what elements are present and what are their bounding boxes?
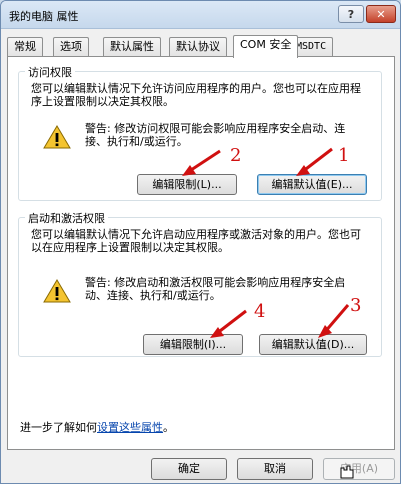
tab-options[interactable]: 选项 — [53, 37, 89, 57]
help-button[interactable]: ? — [338, 5, 364, 23]
cancel-button[interactable]: 取消 — [237, 458, 313, 480]
mouse-cursor-icon — [340, 465, 354, 479]
annotation-arrow-icon — [296, 147, 333, 176]
ok-button[interactable]: 确定 — [151, 458, 227, 480]
group-title: 访问权限 — [25, 64, 75, 80]
close-icon: ✕ — [376, 7, 386, 21]
access-permissions-group: 访问权限 您可以编辑默认情况下允许访问应用程序的用户。您也可以在应用程序上设置限… — [18, 64, 382, 201]
group-description: 您可以编辑默认情况下允许启动应用程序或激活对象的用户。您也可以在应用程序上设置限… — [31, 228, 361, 254]
group-description: 您可以编辑默认情况下允许访问应用程序的用户。您也可以在应用程序上设置限制以决定其… — [31, 82, 361, 108]
annotation-number: 2 — [230, 145, 242, 166]
apply-button[interactable]: 应用(A) — [323, 458, 395, 480]
properties-window: 我的电脑 属性 ? ✕ 常规 选项 默认属性 默认协议 COM 安全 MSDTC… — [0, 0, 401, 484]
close-button[interactable]: ✕ — [366, 5, 396, 23]
footer-help-text: 进一步了解如何设置这些属性。 — [20, 419, 174, 435]
warning-icon — [43, 279, 71, 303]
tab-default-properties[interactable]: 默认属性 — [103, 37, 161, 57]
tab-panel: 访问权限 您可以编辑默认情况下允许访问应用程序的用户。您也可以在应用程序上设置限… — [7, 56, 395, 450]
footer-suffix: 。 — [163, 421, 174, 434]
annotation-number: 4 — [254, 301, 266, 322]
title-bar: 我的电脑 属性 ? ✕ — [1, 1, 400, 29]
tab-default-protocols[interactable]: 默认协议 — [169, 37, 227, 57]
tab-com-security[interactable]: COM 安全 — [233, 35, 299, 58]
tab-general[interactable]: 常规 — [7, 37, 43, 57]
annotation-arrow-icon — [182, 149, 221, 176]
annotation-arrow-icon — [318, 304, 350, 338]
tab-strip: 常规 选项 默认属性 默认协议 COM 安全 MSDTC — [7, 35, 397, 58]
learn-more-link[interactable]: 设置这些属性 — [97, 421, 163, 434]
window-title: 我的电脑 属性 — [9, 10, 79, 23]
footer-prefix: 进一步了解如何 — [20, 421, 97, 434]
group-title: 启动和激活权限 — [25, 210, 108, 226]
annotation-number: 1 — [338, 145, 350, 166]
annotation-arrow-icon — [210, 309, 247, 338]
warning-text: 警告: 修改启动和激活权限可能会影响应用程序安全启动、连接、执行和/或运行。 — [85, 276, 346, 302]
warning-icon — [43, 125, 71, 149]
